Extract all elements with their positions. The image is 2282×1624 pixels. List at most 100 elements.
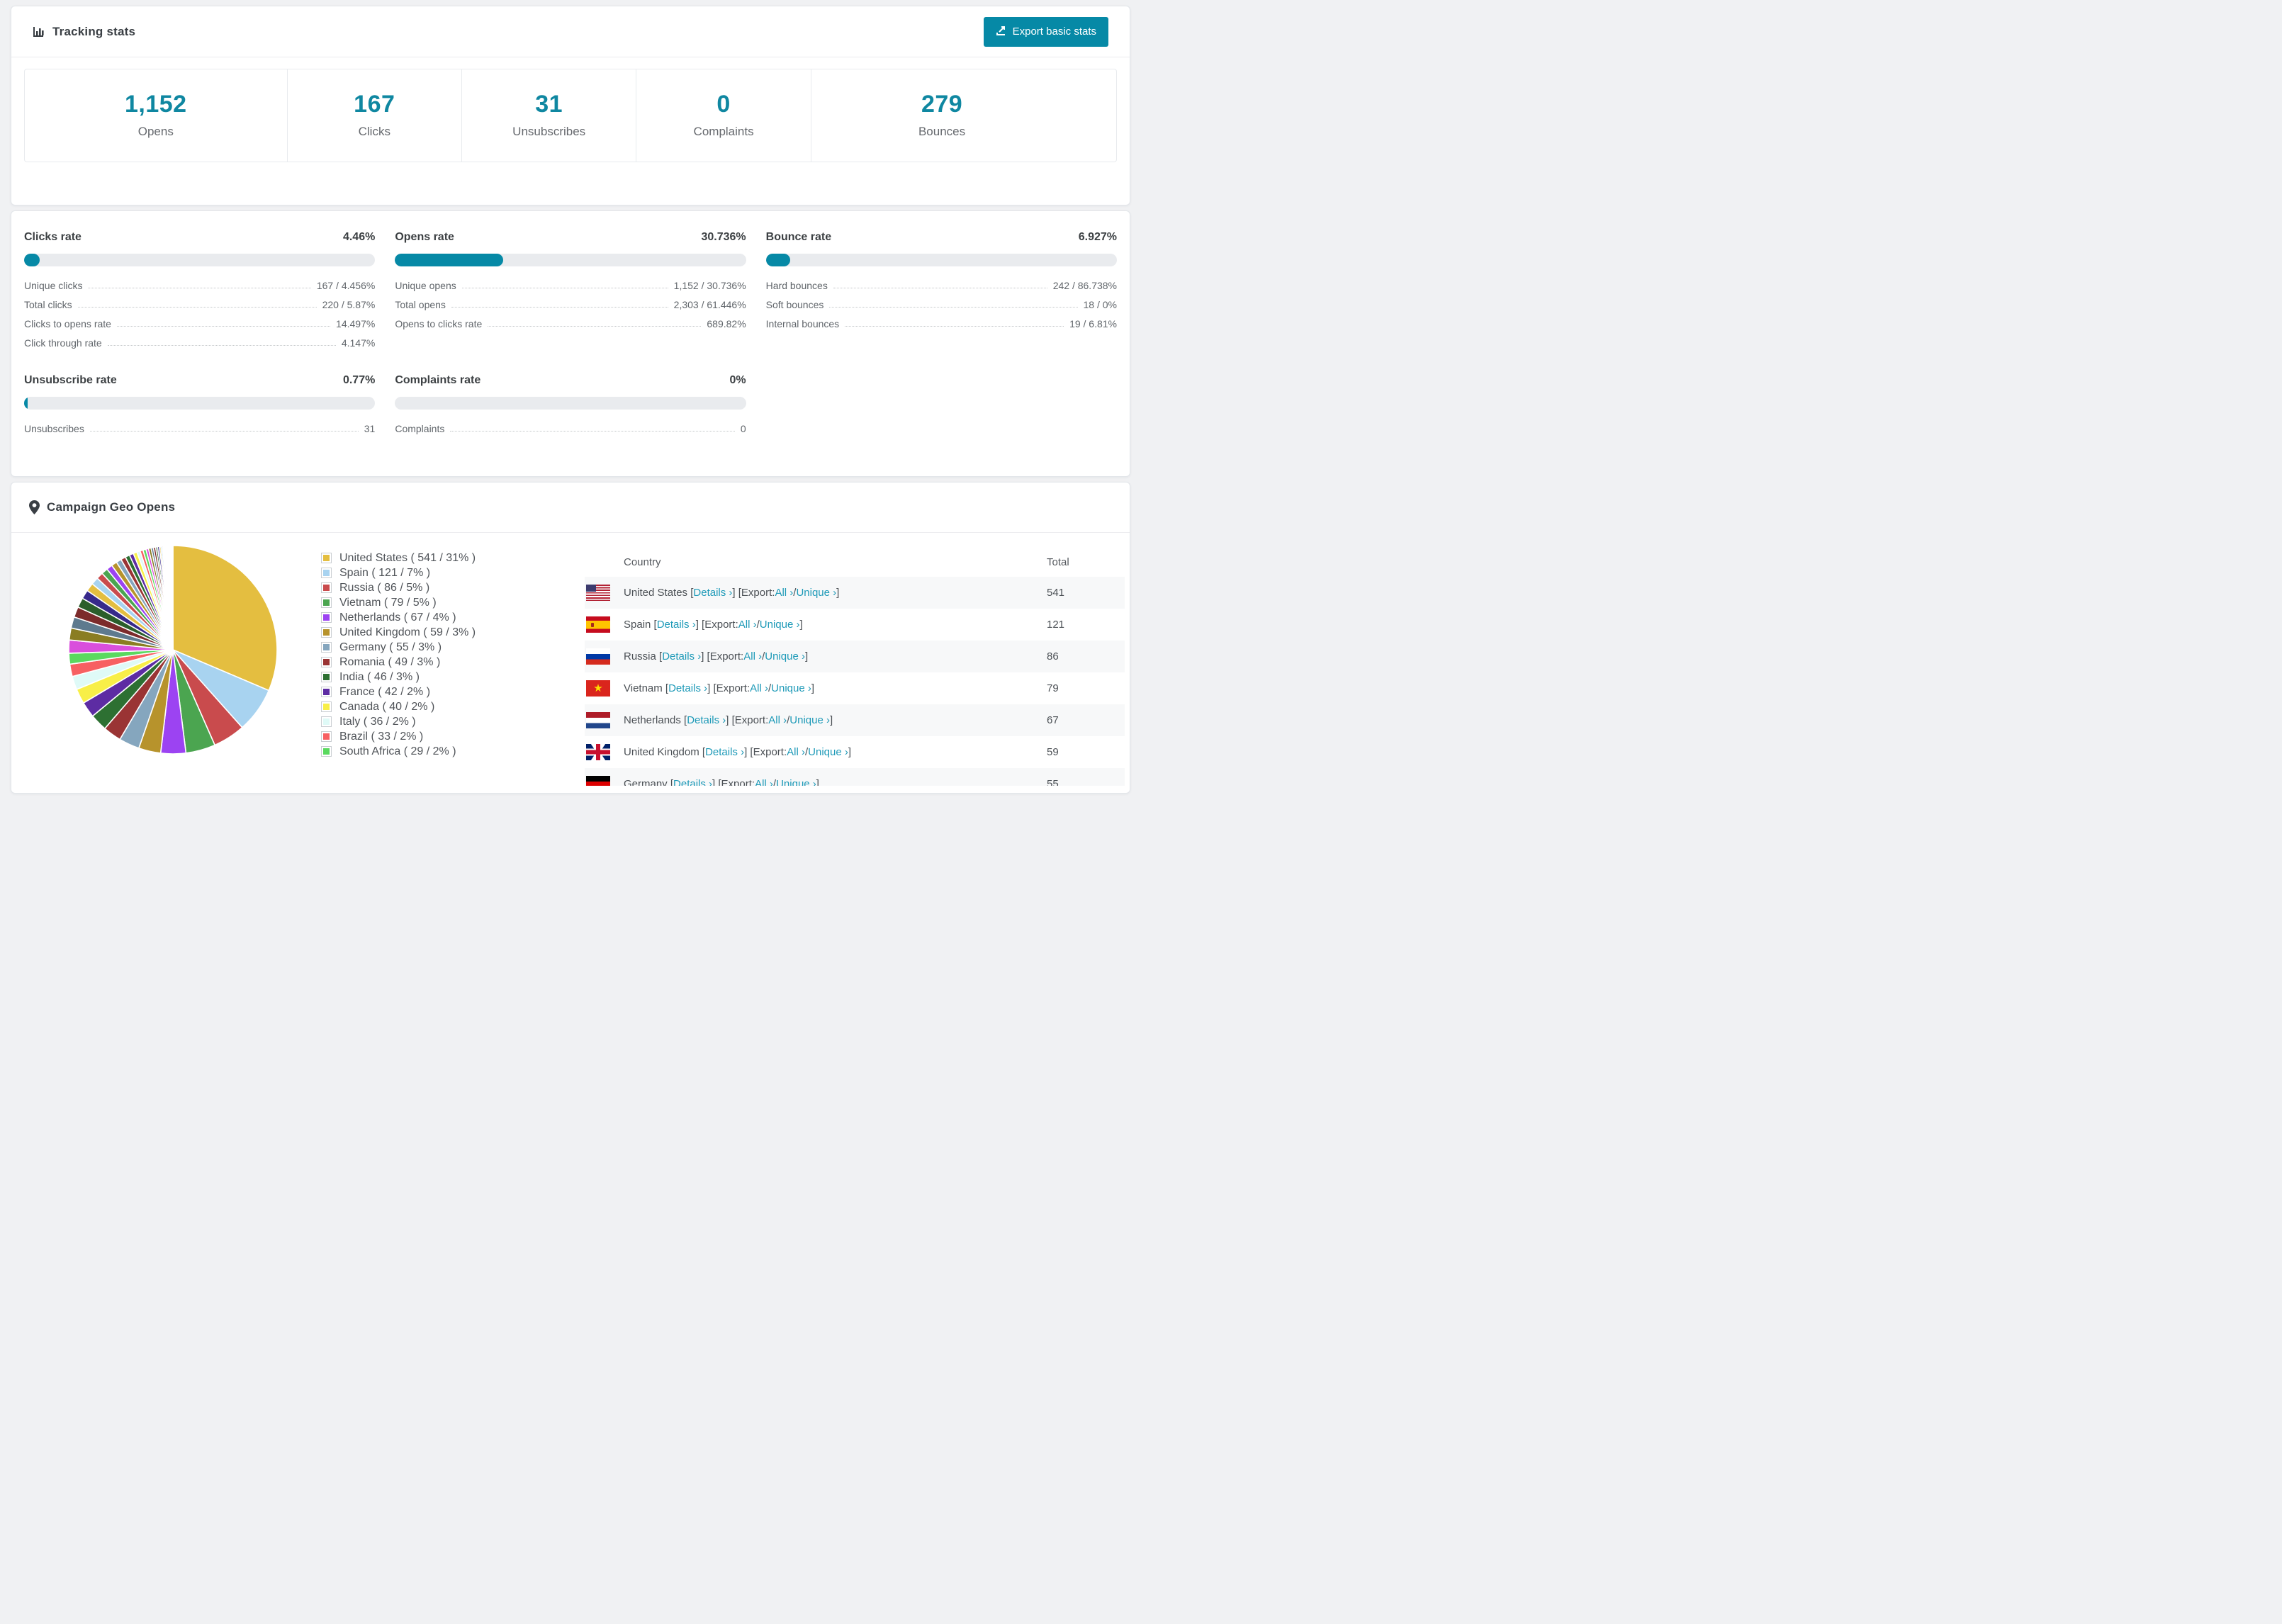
stat-label-clicks: Clicks (358, 125, 390, 138)
rate-title-row-clicks-rate: Clicks rate 4.46% (24, 231, 375, 244)
export-unique-link-russia[interactable]: Unique › (765, 650, 805, 662)
rate-title-opens-rate: Opens rate (395, 231, 454, 243)
detail-label: Hard bounces (765, 280, 828, 291)
rate-title-complaints-rate: Complaints rate (395, 374, 481, 386)
export-all-link-spain[interactable]: All › (738, 619, 757, 631)
export-all-link-united-kingdom[interactable]: All › (787, 746, 805, 758)
legend-label: France ( 42 / 2% ) (339, 685, 431, 698)
detail-value: 242 / 86.738% (1052, 280, 1117, 291)
legend-swatch (321, 716, 332, 727)
legend-swatch (321, 701, 332, 712)
export-unique-link-germany[interactable]: Unique › (776, 778, 816, 786)
legend-swatch (321, 672, 332, 682)
geo-table-row-vietnam: Vietnam [Details ›] [Export: All › / Uni… (585, 672, 1125, 704)
details-link-vietnam[interactable]: Details › (668, 682, 707, 694)
dotted-leader (116, 326, 331, 327)
dotted-leader (845, 326, 1064, 327)
legend-item-netherlands: Netherlands ( 67 / 4% ) (321, 610, 476, 625)
rate-rows-opens-rate: Unique opens 1,152 / 30.736% Total opens 2,… (395, 272, 746, 329)
geo-table-rows: United States [Details ›] [Export: All ›… (585, 577, 1125, 786)
dotted-leader (77, 307, 317, 308)
detail-label: Unique clicks (24, 280, 83, 291)
export-all-link-vietnam[interactable]: All › (750, 682, 768, 694)
dotted-leader (89, 431, 359, 432)
detail-row-unsubscribes: Unsubscribes 31 (24, 415, 375, 434)
legend-item-united-states: United States ( 541 / 31% ) (321, 551, 476, 565)
legend-label: Russia ( 86 / 5% ) (339, 581, 430, 594)
rate-title-row-complaints-rate: Complaints rate 0% (395, 374, 746, 387)
detail-label: Total clicks (24, 299, 72, 310)
rates-card: Clicks rate 4.46% Unique clicks 167 / 4.456… (11, 210, 1130, 477)
detail-label: Clicks to opens rate (24, 318, 111, 329)
detail-value: 18 / 0% (1083, 299, 1117, 310)
export-unique-link-united-states[interactable]: Unique › (796, 587, 836, 599)
export-all-link-germany[interactable]: All › (755, 778, 773, 786)
tracking-stats-title: Tracking stats (33, 25, 135, 39)
stat-box-opens: 1,152 Opens (25, 69, 287, 162)
geo-pie-chart (68, 545, 278, 755)
details-link-spain[interactable]: Details › (657, 619, 696, 631)
detail-label: Soft bounces (765, 299, 824, 310)
stat-box-complaints: 0 Complaints (636, 69, 810, 162)
geo-country-cell-spain: Spain [Details ›] [Export: All › / Uniqu… (585, 616, 1047, 633)
geo-country-cell-russia: Russia [Details ›] [Export: All › / Uniq… (585, 648, 1047, 665)
export-all-link-united-states[interactable]: All › (775, 587, 793, 599)
legend-item-vietnam: Vietnam ( 79 / 5% ) (321, 595, 476, 610)
rate-title-unsubscribe-rate: Unsubscribe rate (24, 374, 117, 386)
detail-row-internal-bounces: Internal bounces 19 / 6.81% (766, 310, 1117, 329)
legend-label: Romania ( 49 / 3% ) (339, 655, 441, 668)
stat-box-clicks: 167 Clicks (286, 69, 461, 162)
rate-bar-fill-unsubscribe-rate (24, 397, 28, 410)
export-all-link-russia[interactable]: All › (743, 650, 762, 662)
tracking-stats-header: Tracking stats Export basic stats (11, 6, 1130, 57)
legend-label: Germany ( 55 / 3% ) (339, 641, 442, 653)
detail-value: 689.82% (707, 318, 746, 329)
legend-label: South Africa ( 29 / 2% ) (339, 745, 456, 757)
detail-value: 2,303 / 61.446% (673, 299, 746, 310)
details-link-united-states[interactable]: Details › (693, 587, 732, 599)
details-link-netherlands[interactable]: Details › (687, 714, 726, 726)
legend-label: Netherlands ( 67 / 4% ) (339, 611, 456, 624)
detail-label: Total opens (395, 299, 446, 310)
export-unique-link-spain[interactable]: Unique › (760, 619, 800, 631)
geo-table-header-total: Total (1047, 556, 1069, 568)
export-all-link-netherlands[interactable]: All › (768, 714, 787, 726)
detail-row-total-clicks: Total clicks 220 / 5.87% (24, 291, 375, 310)
detail-label: Complaints (395, 423, 445, 434)
dotted-leader (107, 345, 336, 346)
stat-label-opens: Opens (137, 125, 174, 138)
legend-label: Canada ( 40 / 2% ) (339, 700, 435, 713)
details-link-united-kingdom[interactable]: Details › (705, 746, 744, 758)
export-unique-link-netherlands[interactable]: Unique › (789, 714, 830, 726)
stat-label-unsubscribes: Unsubscribes (512, 125, 586, 138)
rate-value-complaints-rate: 0% (729, 374, 746, 386)
export-basic-stats-button[interactable]: Export basic stats (983, 16, 1108, 47)
rate-bar-fill-clicks-rate (24, 254, 40, 266)
legend-swatch (321, 597, 332, 608)
rate-bar-fill-bounce-rate (765, 254, 790, 266)
export-unique-link-vietnam[interactable]: Unique › (771, 682, 811, 694)
rate-title-row-opens-rate: Opens rate 30.736% (395, 231, 746, 244)
geo-title: Campaign Geo Opens (29, 500, 175, 514)
dotted-leader (829, 307, 1078, 308)
detail-value: 4.147% (341, 337, 376, 349)
detail-row-complaints: Complaints 0 (395, 415, 746, 434)
details-link-germany[interactable]: Details › (673, 778, 712, 786)
rate-rows-clicks-rate: Unique clicks 167 / 4.456% Total clicks 220… (24, 272, 375, 349)
geo-table-row-germany: Germany [Details ›] [Export: All › / Uni… (585, 768, 1125, 786)
geo-total-cell-spain: 121 (1047, 619, 1065, 631)
geo-total-cell-vietnam: 79 (1047, 682, 1059, 694)
detail-row-opens-to-clicks-rate: Opens to clicks rate 689.82% (395, 310, 746, 329)
geo-table-row-united-kingdom: United Kingdom [Details ›] [Export: All … (585, 736, 1125, 768)
geo-total-cell-germany: 55 (1047, 778, 1059, 786)
legend-swatch (321, 687, 332, 697)
dotted-leader (450, 431, 735, 432)
geo-total-cell-united-kingdom: 59 (1047, 746, 1059, 758)
export-basic-stats-label: Export basic stats (1012, 26, 1096, 38)
vn-flag-icon (586, 680, 610, 697)
legend-item-germany: Germany ( 55 / 3% ) (321, 640, 476, 655)
detail-row-unique-opens: Unique opens 1,152 / 30.736% (395, 272, 746, 291)
export-unique-link-united-kingdom[interactable]: Unique › (808, 746, 848, 758)
details-link-russia[interactable]: Details › (662, 650, 701, 662)
geo-table-row-united-states: United States [Details ›] [Export: All ›… (585, 577, 1125, 609)
